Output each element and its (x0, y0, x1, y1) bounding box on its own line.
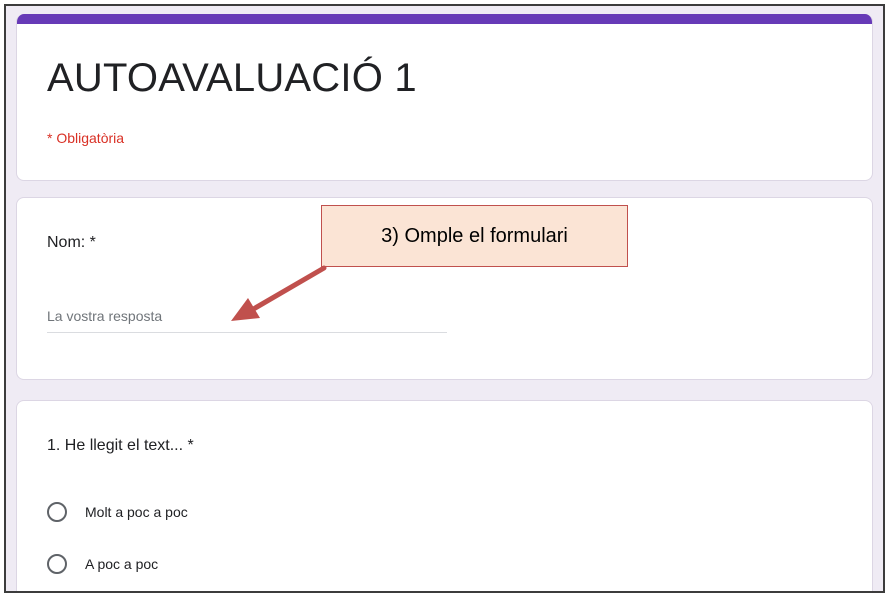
form-title: AUTOAVALUACIÓ 1 (47, 56, 417, 100)
screenshot-frame: AUTOAVALUACIÓ 1 * Obligatòria Nom: * 1. … (4, 4, 885, 593)
question-label-1: 1. He llegit el text... * (47, 437, 194, 454)
question-card-1: 1. He llegit el text... * Molt a poc a p… (16, 400, 873, 591)
radio-button-icon[interactable] (47, 502, 67, 522)
radio-option-label: A poc a poc (85, 556, 159, 572)
question-label-name: Nom: * (47, 234, 96, 251)
name-answer-input[interactable] (47, 308, 447, 333)
radio-option-1[interactable]: Molt a poc a poc (47, 502, 188, 522)
radio-button-icon[interactable] (47, 554, 67, 574)
radio-option-2[interactable]: A poc a poc (47, 554, 158, 574)
annotation-callout: 3) Omple el formulari (321, 205, 628, 267)
required-note: * Obligatòria (47, 130, 125, 146)
form-header-card: AUTOAVALUACIÓ 1 * Obligatòria (16, 14, 873, 181)
radio-option-label: Molt a poc a poc (85, 504, 188, 520)
form-accent-bar (17, 14, 872, 24)
